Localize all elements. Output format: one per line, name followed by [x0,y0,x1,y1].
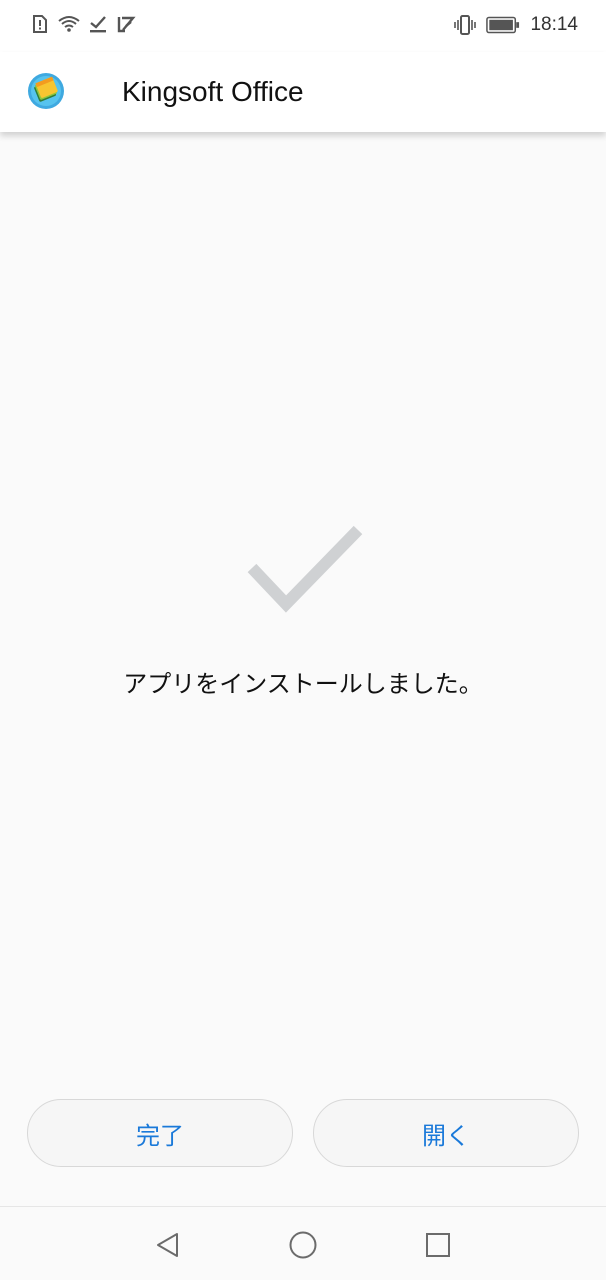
install-complete-message: アプリをインストールしました。 [123,670,483,698]
status-icons-left [30,14,136,34]
app-title: Kingsoft Office [122,76,304,107]
recents-icon[interactable] [423,1230,453,1260]
open-button-label: 開く [422,1121,470,1150]
install-complete-screen: 18:14 Kingsoft Office アプリをインストールしました。 完了… [0,0,606,1280]
home-icon[interactable] [288,1230,318,1260]
checkmark-icon [247,525,363,613]
navigation-bar [0,1206,606,1280]
app-header: Kingsoft Office [0,52,606,132]
back-icon[interactable] [153,1230,183,1260]
battery-icon [486,16,520,34]
notification-icon [117,16,136,33]
status-icons-right: 18:14 [454,12,578,38]
done-button-label: 完了 [136,1121,184,1150]
sim-alert-icon [33,15,47,33]
status-bar: 18:14 [0,0,606,52]
status-clock: 18:14 [530,14,578,35]
open-button[interactable]: 開く [313,1099,579,1167]
vibrate-icon [454,15,477,35]
app-logo-icon [28,73,64,109]
done-button[interactable]: 完了 [27,1099,293,1167]
wifi-icon [58,16,80,32]
download-done-icon [90,16,106,33]
